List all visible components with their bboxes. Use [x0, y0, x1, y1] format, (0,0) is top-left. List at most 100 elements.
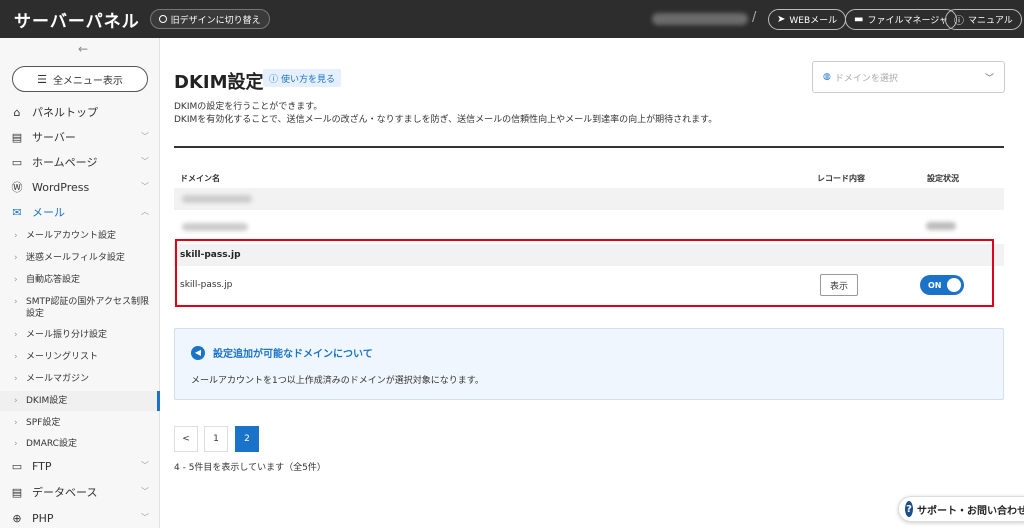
help-circle-icon: ⓘ [269, 74, 279, 85]
webmail-label: WEBメール [789, 16, 838, 26]
highlight-box [175, 239, 994, 307]
all-menu-label: 全メニュー表示 [52, 75, 123, 87]
old-design-button[interactable]: 旧デザインに切り替え [149, 9, 270, 29]
sidebar-item-label: メール [32, 206, 65, 219]
sidebar-item-php[interactable]: ⊕ PHP ﹀ [0, 506, 159, 530]
sidebar-item-label: データベース [32, 486, 98, 499]
send-icon: ➤ [777, 14, 786, 25]
sub-label: DKIM設定 [26, 396, 68, 406]
window-icon: ▭ [11, 155, 23, 169]
sub-label: 自動応答設定 [26, 275, 81, 285]
domain-select-placeholder: ドメインを選択 [834, 73, 898, 84]
sidebar-sub-spf[interactable]: › SPF設定 [0, 417, 159, 429]
chevron-down-icon: ﹀ [141, 157, 149, 166]
webmail-button[interactable]: ➤ WEBメール [768, 9, 847, 30]
sidebar-item-label: パネルトップ [32, 106, 98, 119]
chevron-right-icon: › [14, 396, 18, 406]
chevron-right-icon: › [14, 275, 18, 285]
sidebar-sub-mail-magazine[interactable]: › メールマガジン [0, 373, 159, 385]
sidebar-sub-mail-sort[interactable]: › メール振り分け設定 [0, 329, 159, 341]
sidebar-sub-spam-filter[interactable]: › 迷惑メールフィルタ設定 [0, 252, 159, 264]
chevron-right-icon: › [14, 231, 18, 241]
php-icon: ⊕ [12, 511, 22, 525]
sidebar-item-homepage[interactable]: ▭ ホームページ ﹀ [0, 150, 159, 174]
sidebar-item-label: ホームページ [32, 156, 98, 169]
support-button[interactable]: ? サポート・お問い合わせ [898, 496, 1024, 522]
sub-label: メール振り分け設定 [26, 330, 108, 340]
chevron-down-icon: ﹀ [984, 73, 994, 84]
separator: / [752, 10, 757, 25]
chevron-down-icon: ﹀ [141, 513, 149, 522]
brand-title: サーバーパネル [14, 11, 140, 32]
column-header-record: レコード内容 [817, 174, 865, 183]
description: DKIMの設定を行うことができます。 DKIMを有効化することで、送信メールの改… [174, 101, 717, 127]
info-title-label: 設定追加が可能なドメインについて [213, 349, 373, 360]
sidebar-item-mail[interactable]: ✉ メール ︿ [0, 200, 159, 224]
sidebar-sub-dkim[interactable]: › DKIM設定 [0, 391, 160, 411]
result-count: 4 - 5件目を表示しています（全5件） [174, 463, 326, 473]
home-icon: ⌂ [13, 105, 21, 119]
chevron-up-icon: ︿ [141, 207, 149, 216]
all-menu-button[interactable]: ☰ 全メニュー表示 [12, 66, 148, 92]
sidebar-item-label: サーバー [32, 131, 76, 144]
domain-select[interactable]: ◍ ドメインを選択 ﹀ [812, 61, 1005, 93]
blurred-group-row [174, 188, 1004, 210]
chevron-down-icon: ﹀ [141, 461, 149, 470]
pager-prev[interactable]: < [174, 426, 198, 452]
collapse-arrow-icon[interactable]: ← [78, 42, 88, 56]
sidebar-item-ftp[interactable]: ▭ FTP ﹀ [0, 454, 159, 478]
monitor-icon: ▭ [11, 459, 23, 473]
sidebar-item-wordpress[interactable]: Ⓦ WordPress ﹀ [0, 175, 159, 199]
chevron-right-icon: › [14, 297, 18, 307]
folder-icon: ▬ [854, 14, 864, 25]
blurred-domain [182, 223, 248, 231]
sidebar-sub-mailing-list[interactable]: › メーリングリスト [0, 351, 159, 363]
blurred-domain-row [174, 214, 1004, 240]
sub-label: SMTP認証の国外アクセス制限設定 [26, 297, 149, 319]
sidebar-item-label: FTP [32, 459, 52, 473]
help-link[interactable]: ⓘ 使い方を見る [263, 69, 342, 87]
description-line-1: DKIMの設定を行うことができます。 [174, 102, 323, 112]
server-icon: ▤ [11, 130, 23, 144]
database-icon: ▤ [11, 485, 23, 499]
question-icon: ? [905, 501, 913, 517]
main-content: DKIM設定 ⓘ 使い方を見る ◍ ドメインを選択 ﹀ DKIMの設定を行うこと… [161, 38, 1024, 528]
pager-page-1[interactable]: 1 [204, 426, 228, 452]
sub-label: メールマガジン [26, 374, 90, 384]
manual-button[interactable]: ⓘ マニュアル [945, 9, 1022, 30]
sidebar-sub-dmarc[interactable]: › DMARC設定 [0, 438, 159, 450]
support-label: サポート・お問い合わせ [917, 505, 1024, 517]
file-manager-button[interactable]: ▬ ファイルマネージャ [845, 9, 957, 30]
info-body: メールアカウントを1つ以上作成済みのドメインが選択対象になります。 [191, 376, 484, 386]
megaphone-icon: ◀ [191, 345, 205, 360]
chevron-right-icon: › [14, 330, 18, 340]
wordpress-icon: Ⓦ [11, 181, 23, 194]
sub-label: メールアカウント設定 [26, 231, 117, 241]
help-circle-icon: ⓘ [954, 16, 964, 27]
info-box: ◀ 設定追加が可能なドメインについて メールアカウントを1つ以上作成済みのドメイ… [174, 328, 1004, 400]
chevron-right-icon: › [14, 253, 18, 263]
info-title: ◀ 設定追加が可能なドメインについて [191, 345, 373, 360]
sidebar-item-label: PHP [32, 511, 54, 525]
sidebar-sub-smtp-foreign[interactable]: › SMTP認証の国外アクセス制限設定 [0, 296, 150, 320]
pager-page-2[interactable]: 2 [235, 426, 259, 452]
sidebar-item-database[interactable]: ▤ データベース ﹀ [0, 480, 159, 504]
sidebar: ← ☰ 全メニュー表示 ⌂ パネルトップ ▤ サーバー ﹀ ▭ ホームページ ﹀… [0, 38, 160, 528]
hamburger-icon: ☰ [37, 72, 47, 86]
blurred-toggle [926, 222, 956, 230]
account-name-blurred [652, 13, 748, 25]
chevron-right-icon: › [14, 439, 18, 449]
page-title: DKIM設定 [174, 72, 264, 93]
sub-label: メーリングリスト [26, 352, 99, 362]
sidebar-item-panel-top[interactable]: ⌂ パネルトップ [0, 100, 159, 124]
sidebar-sub-auto-reply[interactable]: › 自動応答設定 [0, 274, 159, 286]
blurred-domain [182, 195, 252, 203]
manual-label: マニュアル [968, 16, 1013, 26]
sidebar-item-server[interactable]: ▤ サーバー ﹀ [0, 125, 159, 149]
sidebar-sub-mail-account[interactable]: › メールアカウント設定 [0, 230, 159, 242]
chevron-right-icon: › [14, 374, 18, 384]
file-manager-label: ファイルマネージャ [867, 16, 948, 26]
divider [174, 146, 1004, 148]
chevron-right-icon: › [14, 418, 18, 428]
column-header-domain: ドメイン名 [180, 174, 220, 183]
